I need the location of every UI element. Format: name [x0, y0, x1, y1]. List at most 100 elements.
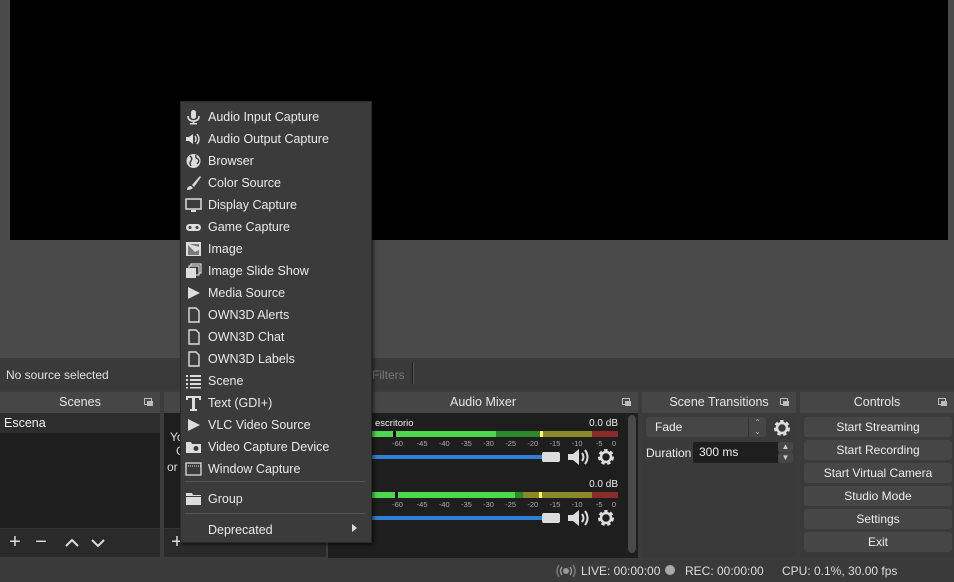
duration-decrease-button[interactable]: ▼ — [778, 453, 793, 463]
menu-item-label: Display Capture — [208, 198, 297, 212]
settings-button[interactable]: Settings — [804, 509, 952, 529]
menu-item-text-gdi[interactable]: Text (GDI+) — [181, 392, 371, 414]
sources-hint-line: or — [167, 460, 178, 474]
microphone-icon — [187, 110, 200, 125]
move-scene-down-button[interactable] — [88, 533, 108, 553]
menu-item-game-capture[interactable]: Game Capture — [181, 216, 371, 238]
undock-icon[interactable] — [622, 398, 631, 406]
duration-increase-button[interactable]: ▲ — [778, 442, 793, 452]
menu-item-own3d-labels[interactable]: OWN3D Labels — [181, 348, 371, 370]
window-icon — [185, 462, 202, 476]
menu-item-label: Audio Output Capture — [208, 132, 329, 146]
menu-item-audio-input-capture[interactable]: Audio Input Capture — [181, 106, 371, 128]
transition-settings-gear-icon[interactable] — [772, 418, 792, 438]
audio-mixer-title-text: Audio Mixer — [450, 395, 516, 409]
mixer-scrollbar[interactable] — [628, 415, 636, 553]
scenes-title: Scenes — [0, 392, 160, 413]
remove-scene-button[interactable]: − — [31, 532, 51, 553]
menu-item-color-source[interactable]: Color Source — [181, 172, 371, 194]
status-bar: LIVE: 00:00:00 REC: 00:00:00 CPU: 0.1%, … — [0, 560, 954, 582]
scene-transitions-title-text: Scene Transitions — [669, 395, 769, 409]
menu-item-media-source[interactable]: Media Source — [181, 282, 371, 304]
list-icon — [186, 375, 201, 389]
menu-item-video-capture-device[interactable]: Video Capture Device — [181, 436, 371, 458]
speaker-mute-icon[interactable] — [566, 447, 590, 467]
volume-slider-handle[interactable] — [542, 452, 560, 462]
select-arrows-icon: ⌃ ⌄ — [748, 417, 766, 437]
volume-meter — [368, 431, 618, 437]
volume-slider[interactable] — [368, 516, 544, 520]
meter-tick-label: -15 — [549, 500, 561, 509]
channel-settings-gear-icon[interactable] — [596, 447, 616, 467]
undock-icon[interactable] — [780, 398, 789, 406]
menu-item-label: Window Capture — [208, 462, 301, 476]
filters-button[interactable]: Filters — [372, 368, 405, 382]
slideshow-icon — [186, 263, 202, 278]
menu-item-own3d-alerts[interactable]: OWN3D Alerts — [181, 304, 371, 326]
channel-settings-gear-icon[interactable] — [596, 508, 616, 528]
menu-item-display-capture[interactable]: Display Capture — [181, 194, 371, 216]
meter-tick-label: -60 — [392, 500, 403, 509]
meter-tick-label: -45 — [416, 439, 428, 448]
add-scene-button[interactable]: + — [5, 532, 25, 553]
audio-mixer-title: Audio Mixer — [328, 392, 638, 413]
studio-mode-button[interactable]: Studio Mode — [804, 486, 952, 506]
audio-mixer-dock: Audio Mixer escritorio 0.0 dB -60 -45 -40 -… — [328, 392, 638, 558]
meter-tick-label: -20 — [527, 500, 539, 509]
scenes-toolbar: + − — [0, 528, 160, 557]
meter-tick-label: -60 — [392, 439, 403, 448]
menu-item-label: Image — [208, 242, 243, 256]
meter-tick-label: -45 — [416, 500, 428, 509]
menu-item-group[interactable]: Group — [181, 488, 371, 510]
menu-item-deprecated[interactable]: Deprecated — [181, 519, 371, 541]
play-icon — [188, 419, 200, 431]
start-recording-button[interactable]: Start Recording — [804, 440, 952, 460]
exit-button[interactable]: Exit — [804, 532, 952, 552]
controls-body: Start Streaming Start Recording Start Vi… — [800, 413, 954, 558]
start-streaming-button[interactable]: Start Streaming — [804, 417, 952, 437]
menu-item-own3d-chat[interactable]: OWN3D Chat — [181, 326, 371, 348]
submenu-arrow-icon — [352, 524, 357, 532]
menu-item-scene[interactable]: Scene — [181, 370, 371, 392]
menu-item-vlc-video-source[interactable]: VLC Video Source — [181, 414, 371, 436]
preview-canvas[interactable] — [10, 0, 948, 240]
menu-item-image[interactable]: Image — [181, 238, 371, 260]
rec-indicator-icon — [665, 565, 675, 575]
image-icon — [186, 242, 201, 256]
scene-item[interactable]: Escena — [0, 413, 160, 433]
menu-item-browser[interactable]: Browser — [181, 150, 371, 172]
menu-item-audio-output-capture[interactable]: Audio Output Capture — [181, 128, 371, 150]
duration-spinner: ▲ ▼ — [778, 442, 793, 463]
start-virtual-camera-button[interactable]: Start Virtual Camera — [804, 463, 952, 483]
duration-input[interactable]: 300 ms — [693, 442, 779, 463]
speaker-mute-icon[interactable] — [566, 508, 590, 528]
undock-icon[interactable] — [144, 398, 153, 406]
rec-timer: REC: 00:00:00 — [685, 564, 764, 578]
audio-mixer-body: escritorio 0.0 dB -60 -45 -40 -35 -30 -25 -20 -… — [328, 413, 638, 558]
file-icon — [188, 307, 200, 323]
menu-item-image-slide-show[interactable]: Image Slide Show — [181, 260, 371, 282]
toolbar-separator — [412, 362, 414, 384]
file-icon — [188, 329, 200, 345]
volume-slider[interactable] — [368, 455, 544, 459]
menu-item-window-capture[interactable]: Window Capture — [181, 458, 371, 480]
channel-db: 0.0 dB — [589, 479, 618, 490]
volume-slider-handle[interactable] — [542, 513, 560, 523]
cpu-fps-status: CPU: 0.1%, 30.00 fps — [782, 564, 898, 578]
audio-channel: 0.0 dB -60 -45 -40 -35 -30 -25 -20 -15 -10 -5 0 — [328, 479, 628, 537]
meter-tick-label: -30 — [483, 500, 494, 509]
meter-tick-label: -40 — [438, 439, 450, 448]
undock-icon[interactable] — [938, 398, 947, 406]
meter-tick-label: -40 — [438, 500, 450, 509]
scene-transitions-title: Scene Transitions — [642, 392, 796, 413]
menu-item-label: Browser — [208, 154, 254, 168]
menu-item-label: Image Slide Show — [208, 264, 309, 278]
transition-select[interactable]: Fade ⌃ ⌄ — [646, 417, 766, 437]
camera-icon — [186, 442, 201, 453]
transition-selected-value: Fade — [655, 420, 683, 434]
meter-tick-label: -35 — [460, 500, 472, 509]
scenes-dock: Scenes Escena + − — [0, 392, 160, 558]
move-scene-up-button[interactable] — [62, 533, 82, 553]
menu-separator — [185, 513, 365, 514]
file-icon — [188, 351, 200, 367]
